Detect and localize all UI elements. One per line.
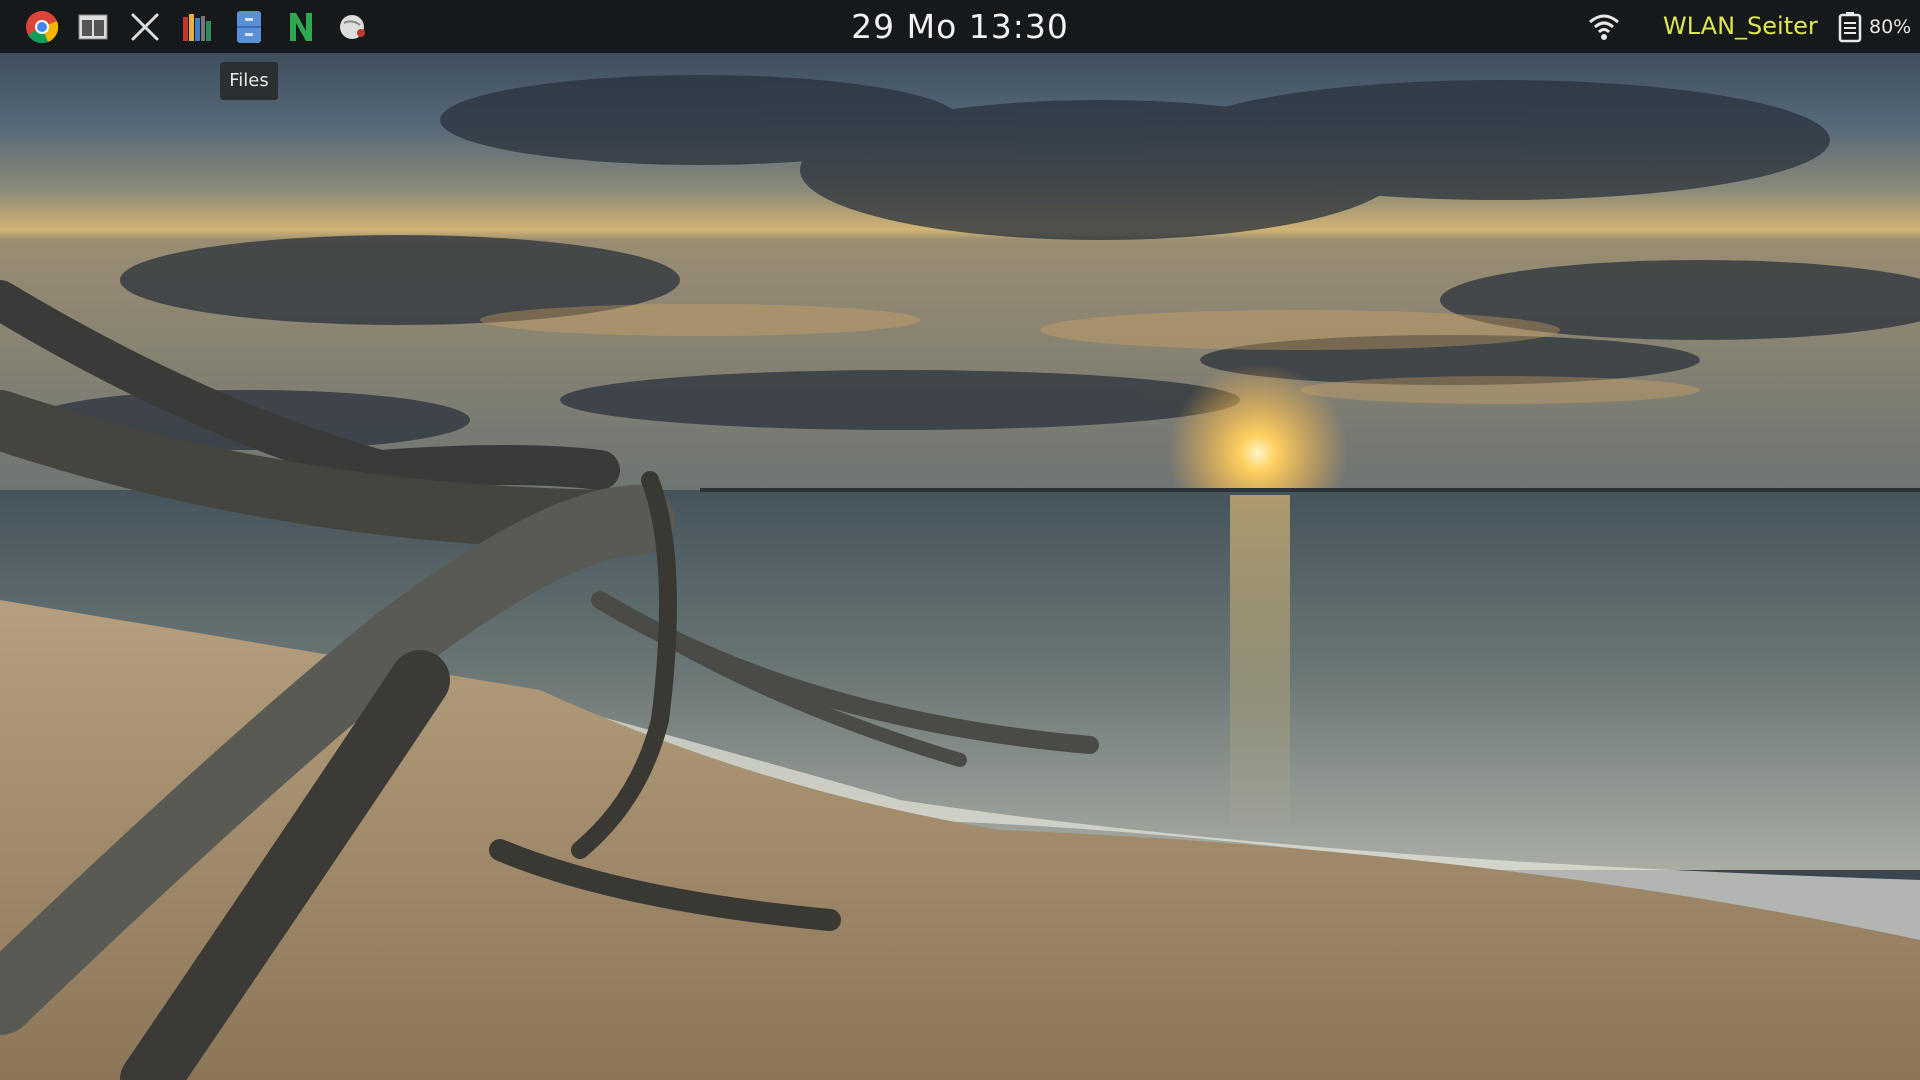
- network-name[interactable]: WLAN_Seiter: [1663, 0, 1818, 53]
- battery-icon[interactable]: [1836, 11, 1866, 43]
- library-books-icon[interactable]: [177, 7, 217, 47]
- file-manager-window-icon[interactable]: [73, 7, 113, 47]
- desktop-wallpaper: [0, 0, 1920, 1080]
- battery-percentage: 80%: [1869, 16, 1912, 38]
- globe-app-icon[interactable]: [333, 7, 373, 47]
- wifi-icon[interactable]: [1588, 12, 1620, 42]
- chrome-icon[interactable]: [22, 7, 62, 47]
- n-app-icon[interactable]: [281, 7, 321, 47]
- files-cabinet-icon[interactable]: [229, 7, 269, 47]
- files-tooltip: Files: [220, 62, 278, 100]
- top-panel: 29 Mo 13:30 WLAN_Seiter 80%: [0, 0, 1920, 53]
- tools-icon[interactable]: [125, 7, 165, 47]
